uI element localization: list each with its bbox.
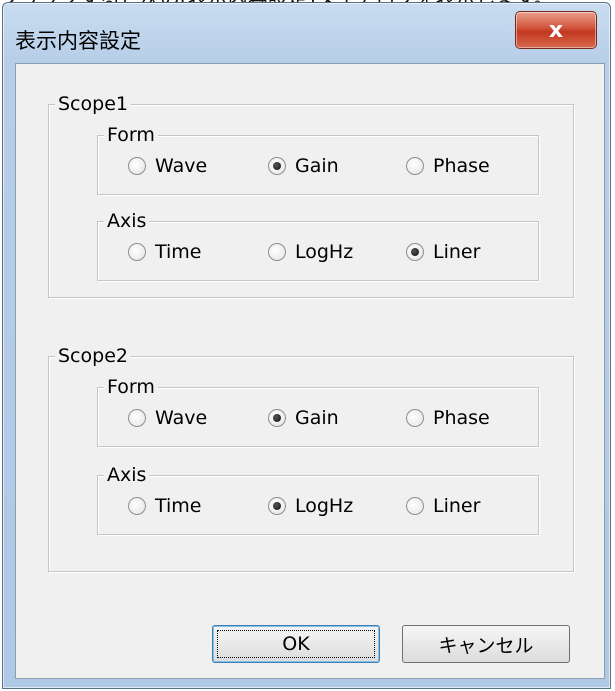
scope1-axis-time-label: Time bbox=[155, 241, 202, 263]
scope2-form-wave-radio[interactable]: Wave bbox=[128, 407, 207, 429]
radio-unchecked-icon bbox=[406, 157, 424, 175]
dialog-client-area: Scope1 Form Wave Gain Phase Axis Time Lo… bbox=[15, 63, 605, 679]
scope2-form-group: Form Wave Gain Phase bbox=[97, 374, 539, 447]
scope2-form-phase-label: Phase bbox=[433, 407, 490, 429]
radio-checked-icon bbox=[268, 409, 286, 427]
radio-unchecked-icon bbox=[128, 157, 146, 175]
scope1-form-group: Form Wave Gain Phase bbox=[97, 122, 539, 195]
scope1-axis-liner-label: Liner bbox=[433, 241, 481, 263]
cancel-button[interactable]: キャンセル bbox=[402, 625, 570, 663]
scope1-form-phase-radio[interactable]: Phase bbox=[406, 155, 490, 177]
scope2-form-wave-label: Wave bbox=[155, 407, 208, 429]
scope2-axis-label: Axis bbox=[104, 462, 150, 488]
radio-checked-icon bbox=[268, 497, 286, 515]
focus-rectangle bbox=[217, 630, 375, 658]
scope1-axis-time-radio[interactable]: Time bbox=[128, 241, 202, 263]
scope2-axis-group: Axis Time LogHz Liner bbox=[97, 462, 539, 535]
ok-button[interactable]: OK bbox=[212, 625, 380, 663]
scope1-axis-label: Axis bbox=[104, 208, 150, 234]
scope2-group: Scope2 Form Wave Gain Phase Axis Time Lo… bbox=[48, 343, 574, 572]
scope1-axis-loghz-label: LogHz bbox=[295, 241, 354, 263]
scope2-axis-loghz-label: LogHz bbox=[295, 495, 354, 517]
scope2-axis-loghz-radio[interactable]: LogHz bbox=[268, 495, 353, 517]
scope1-form-wave-radio[interactable]: Wave bbox=[128, 155, 207, 177]
radio-unchecked-icon bbox=[128, 409, 146, 427]
radio-unchecked-icon bbox=[268, 243, 286, 261]
scope2-form-gain-radio[interactable]: Gain bbox=[268, 407, 339, 429]
close-icon: x bbox=[548, 17, 564, 43]
scope2-form-gain-label: Gain bbox=[295, 407, 339, 429]
radio-unchecked-icon bbox=[128, 497, 146, 515]
cancel-button-label: キャンセル bbox=[438, 634, 534, 657]
scope2-label: Scope2 bbox=[55, 343, 131, 369]
scope2-axis-time-label: Time bbox=[155, 495, 202, 517]
scope1-axis-group: Axis Time LogHz Liner bbox=[97, 208, 539, 281]
scope2-axis-liner-label: Liner bbox=[433, 495, 481, 517]
scope1-form-wave-label: Wave bbox=[155, 155, 208, 177]
scope1-form-gain-radio[interactable]: Gain bbox=[268, 155, 339, 177]
scope1-form-label: Form bbox=[104, 122, 158, 148]
scope2-form-label: Form bbox=[104, 374, 158, 400]
close-button[interactable]: x bbox=[515, 11, 597, 49]
radio-unchecked-icon bbox=[128, 243, 146, 261]
scope1-form-phase-label: Phase bbox=[433, 155, 490, 177]
scope2-form-phase-radio[interactable]: Phase bbox=[406, 407, 490, 429]
radio-unchecked-icon bbox=[406, 497, 424, 515]
scope1-form-gain-label: Gain bbox=[295, 155, 339, 177]
scope1-group: Scope1 Form Wave Gain Phase Axis Time Lo… bbox=[48, 91, 574, 298]
radio-unchecked-icon bbox=[406, 409, 424, 427]
scope2-axis-liner-radio[interactable]: Liner bbox=[406, 495, 480, 517]
dialog-title: 表示内容設定 bbox=[15, 29, 141, 53]
radio-checked-icon bbox=[406, 243, 424, 261]
scope1-label: Scope1 bbox=[55, 91, 131, 117]
scope1-axis-liner-radio[interactable]: Liner bbox=[406, 241, 480, 263]
radio-checked-icon bbox=[268, 157, 286, 175]
scope1-axis-loghz-radio[interactable]: LogHz bbox=[268, 241, 353, 263]
dialog-window: 表示内容設定 x Scope1 Form Wave Gain Phase Axi… bbox=[2, 2, 611, 689]
scope2-axis-time-radio[interactable]: Time bbox=[128, 495, 202, 517]
